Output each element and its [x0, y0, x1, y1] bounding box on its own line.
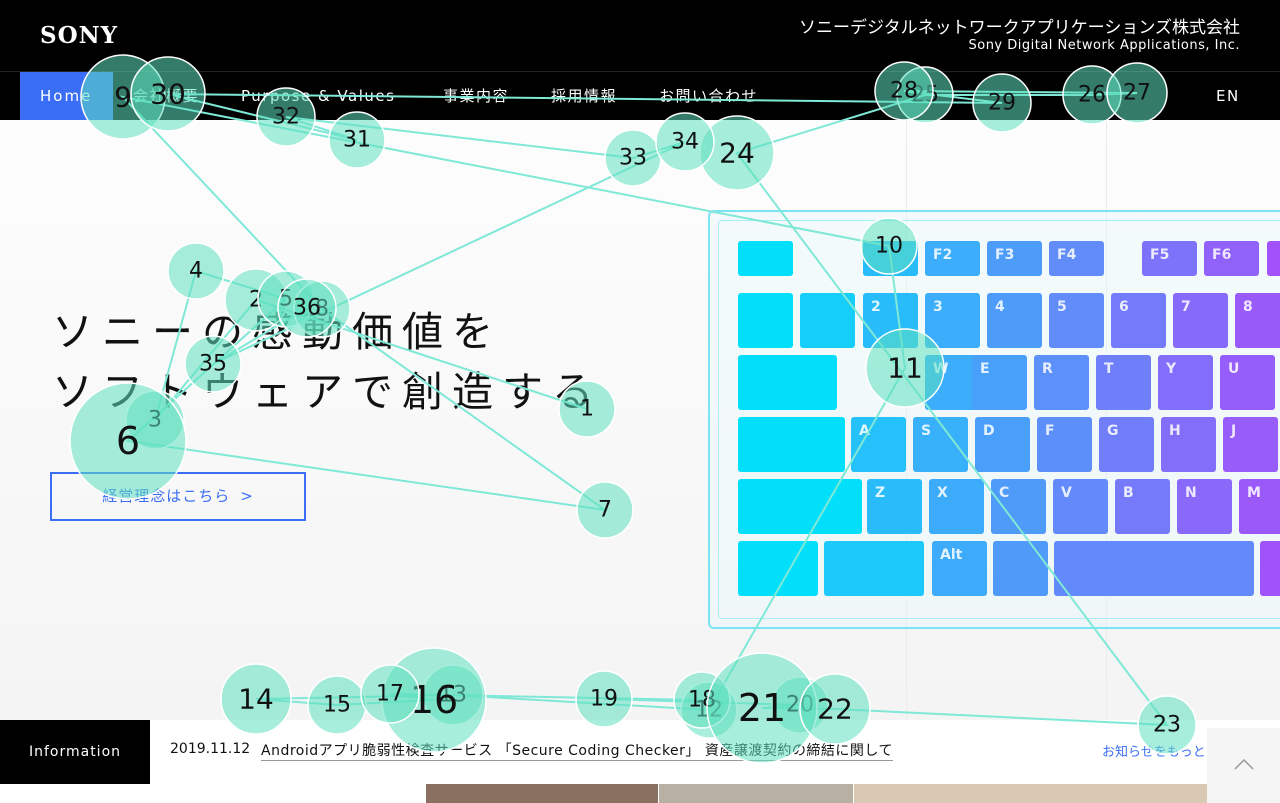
- keyboard-key: F4: [1049, 241, 1104, 276]
- company-name-jp: ソニーデジタルネットワークアプリケーションズ株式会社: [799, 18, 1240, 38]
- keyboard-key: [1054, 541, 1254, 596]
- chevron-right-icon: >: [240, 487, 254, 505]
- nav-home[interactable]: Home: [20, 72, 113, 120]
- keyboard-key: N: [1177, 479, 1232, 534]
- keyboard-key: M: [1239, 479, 1280, 534]
- keyboard-key: C: [991, 479, 1046, 534]
- nav-language-en[interactable]: EN: [1216, 72, 1240, 120]
- keyboard-key: F6: [1204, 241, 1259, 276]
- keyboard-key: U: [1220, 355, 1275, 410]
- keyboard-key: V: [1053, 479, 1108, 534]
- keyboard-key: [1260, 541, 1280, 596]
- nav-company-overview[interactable]: 会社概要: [133, 72, 199, 120]
- keyboard-key: [993, 541, 1048, 596]
- philosophy-button-label: 経営理念はこちら: [102, 487, 231, 505]
- keyboard-key: T: [1096, 355, 1151, 410]
- nav-recruit[interactable]: 採用情報: [551, 72, 617, 120]
- news-date: 2019.11.12: [170, 741, 251, 757]
- photo-thumbnail: [659, 784, 853, 803]
- keyboard-key: A: [851, 417, 906, 472]
- hero-title: ソニーの感動価値を ソフトウェアで創造する: [52, 302, 602, 422]
- keyboard-key: 7: [1173, 293, 1228, 348]
- keyboard-key: [824, 541, 924, 596]
- keyboard-key: [738, 479, 862, 534]
- bottom-photos: [0, 784, 1280, 803]
- company-name-en: Sony Digital Network Applications, Inc.: [968, 38, 1240, 53]
- keyboard-key: Z: [867, 479, 922, 534]
- information-bar: Information 2019.11.12 Androidアプリ脆弱性検査サー…: [0, 720, 1280, 784]
- sony-logo[interactable]: SONY: [40, 22, 118, 49]
- top-header: SONY ソニーデジタルネットワークアプリケーションズ株式会社 Sony Dig…: [0, 0, 1280, 71]
- hero-title-line1: ソニーの感動価値を: [52, 308, 502, 356]
- keyboard-key: 5: [1049, 293, 1104, 348]
- keyboard-key: F2: [925, 241, 980, 276]
- keyboard-key: Alt: [932, 541, 987, 596]
- keyboard-key: R: [1034, 355, 1089, 410]
- keyboard-key: [738, 355, 837, 410]
- keyboard-key: [800, 293, 855, 348]
- more-news-link[interactable]: お知らせをもっと: [1102, 741, 1206, 760]
- keyboard-key: X: [929, 479, 984, 534]
- news-link[interactable]: Androidアプリ脆弱性検査サービス 「Secure Coding Check…: [261, 740, 893, 761]
- keyboard-key: D: [975, 417, 1030, 472]
- keyboard-key: 4: [987, 293, 1042, 348]
- keyboard-key: [738, 241, 793, 276]
- information-label: Information: [0, 720, 150, 784]
- keyboard-key: [738, 541, 818, 596]
- keyboard-key: [1267, 241, 1280, 276]
- scroll-to-top-button[interactable]: [1207, 728, 1280, 803]
- keyboard-key: F: [1037, 417, 1092, 472]
- nav-purpose-values[interactable]: Purpose & Values: [241, 72, 395, 120]
- nav-contact[interactable]: お問い合わせ: [659, 72, 758, 120]
- keyboard-key: 8: [1235, 293, 1280, 348]
- keyboard-key: J: [1223, 417, 1278, 472]
- hero-section: F2 F3 F4 F5 F6 2 3 4 5 6 7 8 W E R T Y U A S D F G H J Z X C V B N M Alt…: [0, 120, 1280, 720]
- keyboard-key: Y: [1158, 355, 1213, 410]
- keyboard-key: [863, 241, 918, 276]
- keyboard-key: E: [972, 355, 1027, 410]
- keyboard-key: F3: [987, 241, 1042, 276]
- nav-business[interactable]: 事業内容: [443, 72, 509, 120]
- keyboard-key: [738, 293, 793, 348]
- main-nav: Home 会社概要 Purpose & Values 事業内容 採用情報 お問い…: [0, 71, 1280, 121]
- keyboard-illustration: F2 F3 F4 F5 F6 2 3 4 5 6 7 8 W E R T Y U A S D F G H J Z X C V B N M Alt: [708, 210, 1280, 629]
- keyboard-key: G: [1099, 417, 1154, 472]
- photo-thumbnail: [426, 784, 658, 803]
- keyboard-key: 3: [925, 293, 980, 348]
- keyboard-key: F5: [1142, 241, 1197, 276]
- keyboard-key: [738, 417, 845, 472]
- chevron-up-icon: [1234, 758, 1254, 770]
- keyboard-key: 2: [863, 293, 918, 348]
- keyboard-key: 6: [1111, 293, 1166, 348]
- keyboard-key: H: [1161, 417, 1216, 472]
- keyboard-key: B: [1115, 479, 1170, 534]
- hero-title-line2: ソフトウェアで創造する: [52, 368, 602, 416]
- philosophy-button[interactable]: 経営理念はこちら >: [50, 472, 306, 521]
- keyboard-key: S: [913, 417, 968, 472]
